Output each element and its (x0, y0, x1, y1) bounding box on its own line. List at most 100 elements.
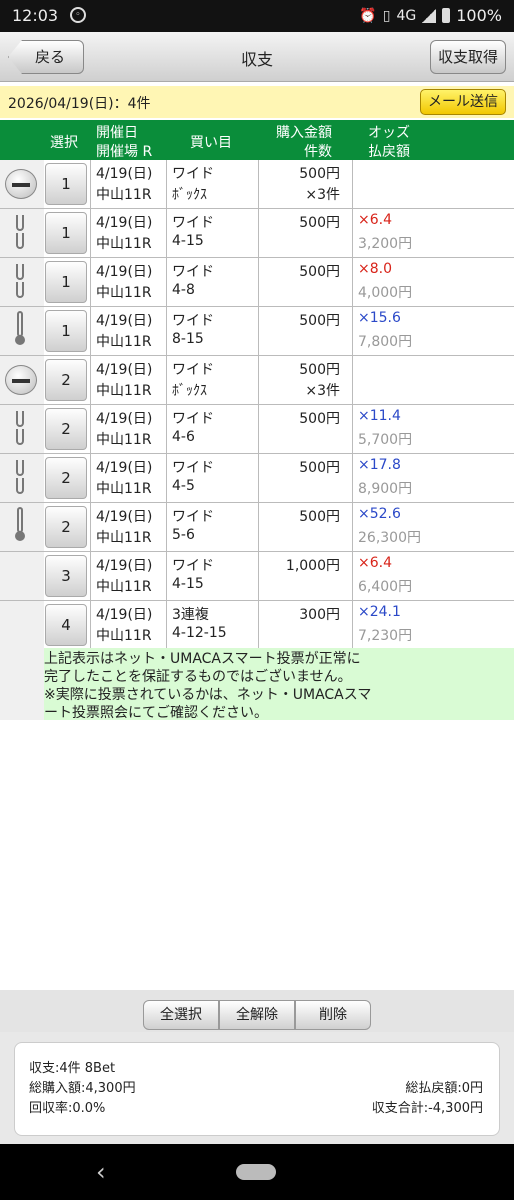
bet-combination: 4-6 (172, 429, 195, 445)
select-number-button[interactable]: 1 (45, 163, 87, 205)
bet-amount: 1,000円 (285, 558, 340, 574)
bet-combination: ﾎﾞｯｸｽ (172, 187, 207, 203)
bet-odds: ×6.4 (358, 212, 392, 228)
bet-payout: 7,800円 (358, 334, 413, 350)
table-row[interactable]: 1 4/19(日) 中山11R ワイド ﾎﾞｯｸｽ 500円 ×3件 (0, 160, 514, 209)
bet-payout: 8,900円 (358, 481, 413, 497)
bet-amount: 300円 (299, 607, 340, 623)
notice-line: 完了したことを保証するものではございません。 (44, 669, 352, 685)
notice-line: ート投票照会にてご確認ください。 (44, 705, 268, 721)
race-date: 4/19(日) (96, 509, 153, 525)
select-number-button[interactable]: 1 (45, 310, 87, 352)
select-number-button[interactable]: 2 (45, 506, 87, 548)
group-link-icon (14, 213, 26, 253)
summary-balance: 収支合計:-4,300円 (371, 1101, 483, 1116)
bet-amount: 500円 (299, 215, 340, 231)
race-venue: 中山11R (96, 628, 152, 644)
info-bar: 2026/04/19(日)：4件 メール送信 (0, 86, 514, 118)
bet-odds: ×8.0 (358, 261, 392, 277)
collapse-minus-icon[interactable] (5, 365, 37, 395)
bet-type: ワイド (172, 215, 214, 231)
delete-button[interactable]: 削除 (295, 1000, 371, 1030)
bet-odds: ×52.6 (358, 506, 401, 522)
table-row[interactable]: 1 4/19(日) 中山11R ワイド 4-15 500円 ×6.4 3,200円 (0, 209, 514, 258)
select-number-button[interactable]: 1 (45, 212, 87, 254)
race-venue: 中山11R (96, 334, 152, 350)
race-date: 4/19(日) (96, 264, 153, 280)
nav-back-icon[interactable]: ‹ (96, 1158, 106, 1186)
select-number-button[interactable]: 1 (45, 261, 87, 303)
select-number-button[interactable]: 3 (45, 555, 87, 597)
race-date: 4/19(日) (96, 607, 153, 623)
select-number-button[interactable]: 2 (45, 359, 87, 401)
race-venue: 中山11R (96, 432, 152, 448)
table-row[interactable]: 2 4/19(日) 中山11R ワイド 5-6 500円 ×52.6 26,300円 (0, 503, 514, 552)
bet-count: ×3件 (305, 187, 340, 203)
action-bar: 全選択 全解除 削除 (0, 990, 514, 1032)
bet-type: 3連複 (172, 607, 209, 623)
group-link-icon (14, 262, 26, 302)
bet-combination: 4-15 (172, 576, 204, 592)
group-end-icon (13, 311, 27, 351)
table-row[interactable]: 2 4/19(日) 中山11R ワイド 4-6 500円 ×11.4 5,700円 (0, 405, 514, 454)
summary-total-purchase: 総購入額:4,300円 (29, 1081, 136, 1096)
network-type: 4G (396, 7, 417, 24)
header-bet: 買い目 (190, 135, 232, 151)
collapse-minus-icon[interactable] (5, 169, 37, 199)
race-date: 4/19(日) (96, 362, 153, 378)
summary-count: 収支:4件 8Bet (29, 1061, 116, 1076)
select-number-button[interactable]: 4 (45, 604, 87, 646)
send-mail-button[interactable]: メール送信 (420, 89, 506, 115)
battery-icon (442, 8, 451, 23)
group-link-icon (14, 458, 26, 498)
app-header: 戻る 収支 収支取得 (0, 32, 514, 82)
bet-count: ×3件 (305, 383, 340, 399)
table-row[interactable]: 3 4/19(日) 中山11R ワイド 4-15 1,000円 ×6.4 6,400円 (0, 552, 514, 601)
summary-panel: 収支:4件 8Bet 総購入額:4,300円 総払戻額:0円 回収率:0.0% … (0, 1032, 514, 1144)
bet-payout: 3,200円 (358, 236, 413, 252)
select-all-button[interactable]: 全選択 (143, 1000, 219, 1030)
race-venue: 中山11R (96, 530, 152, 546)
table-row[interactable]: 2 4/19(日) 中山11R ワイド ﾎﾞｯｸｽ 500円 ×3件 (0, 356, 514, 405)
bet-combination: 4-8 (172, 282, 195, 298)
signal-icon (422, 8, 437, 23)
bet-payout: 5,700円 (358, 432, 413, 448)
table-row[interactable]: 2 4/19(日) 中山11R ワイド 4-5 500円 ×17.8 8,900円 (0, 454, 514, 503)
bet-type: ワイド (172, 558, 214, 574)
race-venue: 中山11R (96, 187, 152, 203)
table-row[interactable]: 1 4/19(日) 中山11R ワイド 8-15 500円 ×15.6 7,800円 (0, 307, 514, 356)
bet-amount: 500円 (299, 166, 340, 182)
notification-icon: ◦ (70, 7, 86, 23)
race-venue: 中山11R (96, 383, 152, 399)
battery-percent: 100% (456, 6, 502, 25)
select-number-button[interactable]: 2 (45, 408, 87, 450)
bet-odds: ×15.6 (358, 310, 401, 326)
bet-payout: 6,400円 (358, 579, 413, 595)
system-nav-bar: ‹ (0, 1144, 514, 1200)
header-count: 件数 (304, 144, 332, 160)
header-payout: 払戻額 (368, 144, 410, 160)
table-row[interactable]: 1 4/19(日) 中山11R ワイド 4-8 500円 ×8.0 4,000円 (0, 258, 514, 307)
status-icons: ⏰ ▯ 4G 100% (359, 6, 502, 25)
header-select: 選択 (50, 135, 78, 151)
fetch-balance-button[interactable]: 収支取得 (430, 40, 506, 74)
bet-combination: ﾎﾞｯｸｽ (172, 383, 207, 399)
bet-odds: ×24.1 (358, 604, 401, 620)
select-number-button[interactable]: 2 (45, 457, 87, 499)
summary-total-payout: 総払戻額:0円 (405, 1081, 483, 1096)
date-count-summary: 2026/04/19(日)：4件 (8, 96, 151, 112)
race-venue: 中山11R (96, 579, 152, 595)
deselect-all-button[interactable]: 全解除 (219, 1000, 295, 1030)
bet-type: ワイド (172, 362, 214, 378)
bet-list: 1 4/19(日) 中山11R ワイド ﾎﾞｯｸｽ 500円 ×3件 1 4/19(日) 中山11… (0, 160, 514, 650)
bet-type: ワイド (172, 166, 214, 182)
race-venue: 中山11R (96, 236, 152, 252)
bet-combination: 5-6 (172, 527, 195, 543)
status-time: 12:03 (12, 6, 59, 25)
bet-odds: ×17.8 (358, 457, 401, 473)
status-bar: 12:03 ◦ ⏰ ▯ 4G 100% (0, 0, 514, 32)
table-row[interactable]: 4 4/19(日) 中山11R 3連複 4-12-15 300円 ×24.1 7,230円 (0, 601, 514, 650)
race-venue: 中山11R (96, 481, 152, 497)
header-amount: 購入金額 (276, 125, 332, 141)
nav-home-icon[interactable] (236, 1164, 276, 1180)
